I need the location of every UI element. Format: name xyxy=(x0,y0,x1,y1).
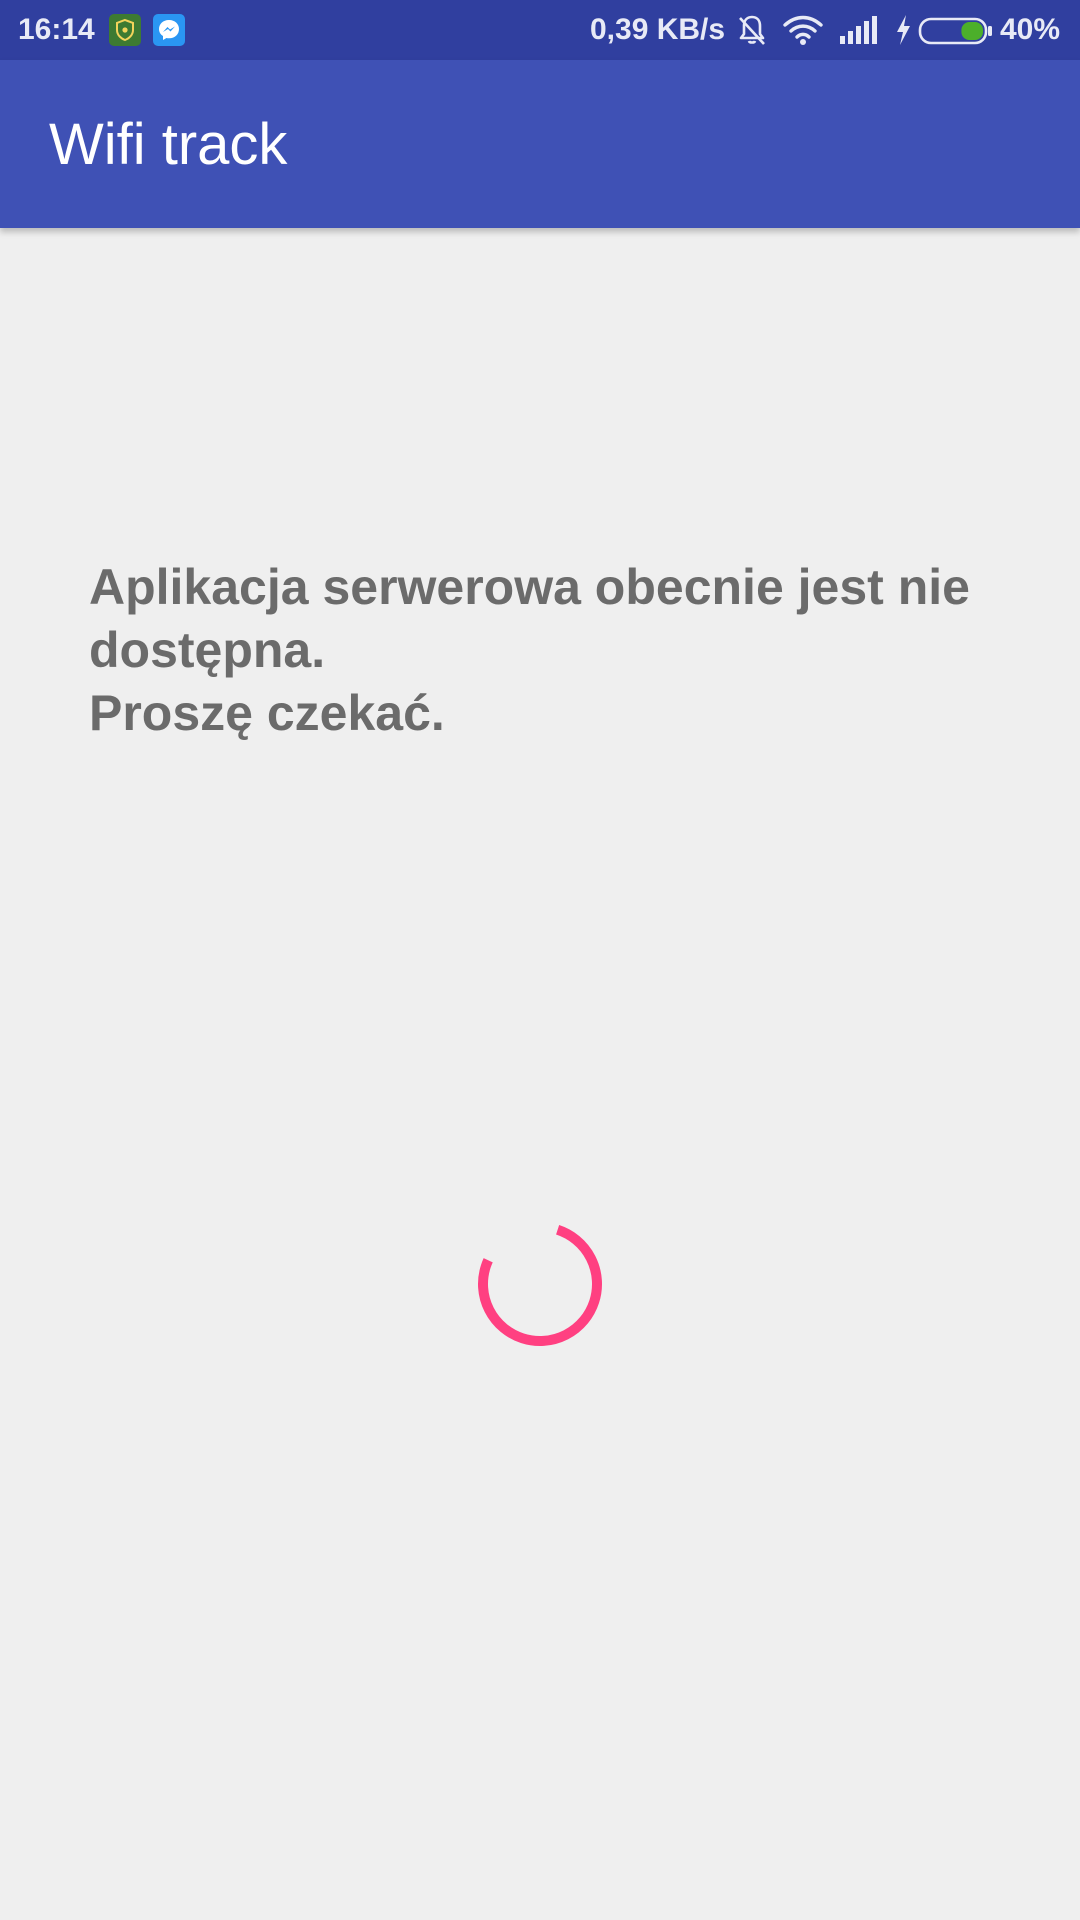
messenger-icon xyxy=(153,14,185,46)
network-speed: 0,39 KB/s xyxy=(590,13,726,46)
wifi-icon xyxy=(783,15,823,45)
server-unavailable-message: Aplikacja serwerowa obecnie jest nie dos… xyxy=(89,559,970,741)
status-bar: 16:14 0,39 KB/s 40% xyxy=(0,0,1080,60)
loading-spinner xyxy=(478,1222,602,1346)
battery-icon xyxy=(918,17,992,45)
signal-icon xyxy=(840,16,877,44)
app-title: Wifi track xyxy=(49,112,288,177)
charging-icon xyxy=(897,15,910,45)
status-time: 16:14 xyxy=(18,13,95,46)
battery-percent: 40% xyxy=(1000,13,1061,46)
shield-icon xyxy=(109,14,141,46)
bell-muted-icon xyxy=(739,15,765,45)
app-bar: Wifi track xyxy=(0,60,1080,228)
